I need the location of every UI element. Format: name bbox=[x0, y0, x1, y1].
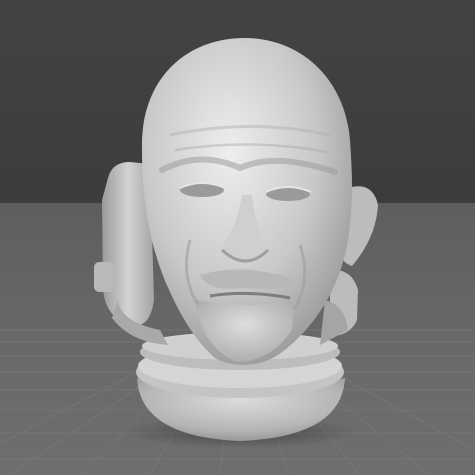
head-model[interactable] bbox=[141, 38, 352, 365]
3d-viewport[interactable] bbox=[0, 0, 475, 475]
scene-canvas[interactable] bbox=[0, 0, 475, 475]
